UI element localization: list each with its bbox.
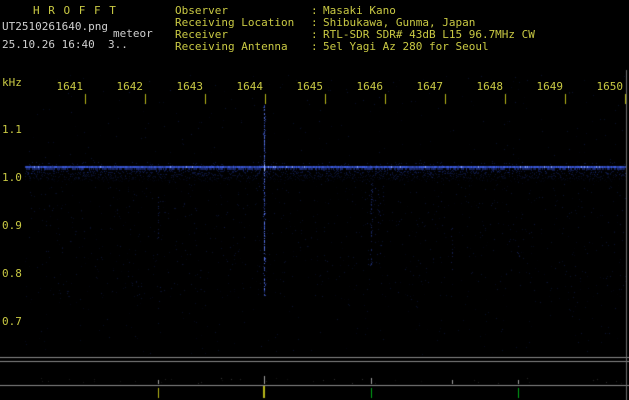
spectrogram-canvas: [0, 0, 629, 400]
info-colon: :: [311, 41, 323, 53]
observation-info: Observer : Masaki Kano Receiving Locatio…: [175, 5, 535, 53]
x-axis-label: 1647: [414, 80, 443, 93]
x-axis-label: 1646: [354, 80, 383, 93]
y-axis-label: 0.8: [2, 267, 22, 280]
y-axis-label: 1.1: [2, 123, 22, 136]
y-axis-label: 1.0: [2, 171, 22, 184]
info-label: Receiving Antenna: [175, 41, 311, 53]
x-axis-label: 1648: [474, 80, 503, 93]
x-axis-label: 1641: [54, 80, 83, 93]
y-axis-unit: kHz: [2, 76, 22, 89]
x-axis-label: 1644: [234, 80, 263, 93]
y-axis-label: 0.9: [2, 219, 22, 232]
x-axis-label: 1650: [594, 80, 623, 93]
x-axis-label: 1642: [114, 80, 143, 93]
hrofft-output: H R O F F T UT2510261640.png meteor 25.1…: [0, 0, 629, 400]
x-axis-label: 1645: [294, 80, 323, 93]
observation-timestamp: 25.10.26 16:40 3..: [2, 39, 128, 51]
info-row-antenna: Receiving Antenna : 5el Yagi Az 280 for …: [175, 41, 535, 53]
x-axis-label: 1649: [534, 80, 563, 93]
app-title: H R O F F T: [33, 5, 117, 17]
y-axis-label: 0.7: [2, 315, 22, 328]
x-axis-label: 1643: [174, 80, 203, 93]
output-filename: UT2510261640.png: [2, 21, 108, 33]
info-value: 5el Yagi Az 280 for Seoul: [323, 41, 535, 53]
